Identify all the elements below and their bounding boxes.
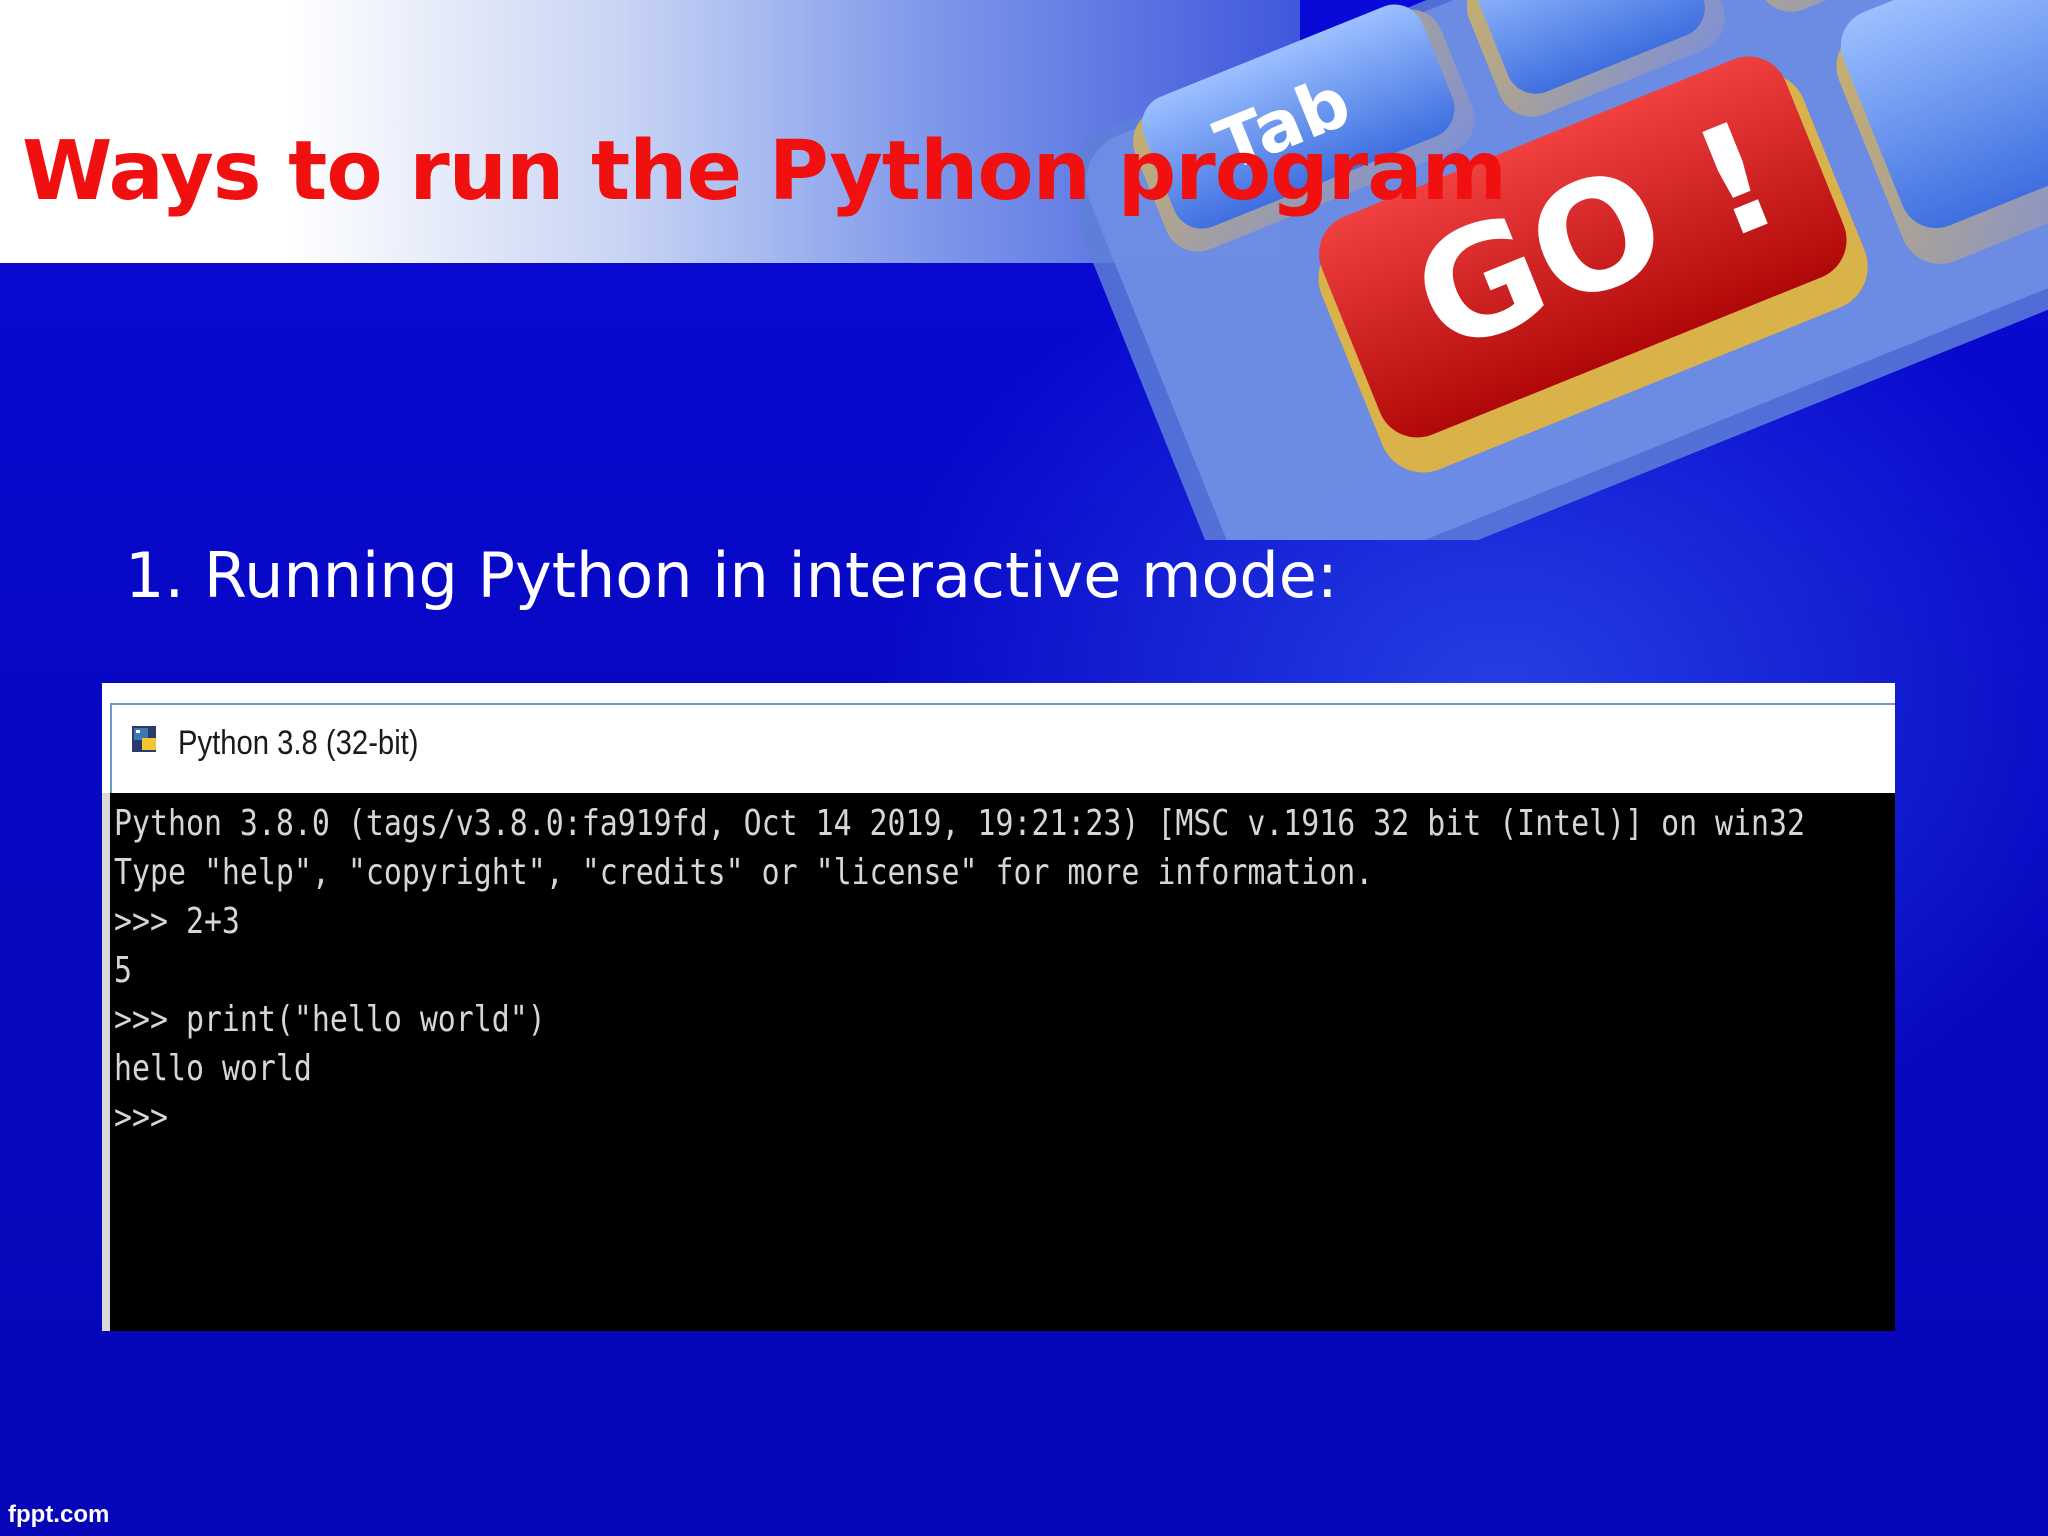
slide-title: Ways to run the Python program (22, 124, 1507, 219)
console-line-output-print: hello world (114, 1048, 312, 1089)
python-icon (132, 726, 156, 752)
console-line-version: Python 3.8.0 (tags/v3.8.0:fa919fd, Oct 1… (114, 803, 1805, 844)
bullet-interactive-mode: 1. Running Python in interactive mode: (125, 539, 1338, 612)
python-console-screenshot: Python 3.8 (32-bit) Python 3.8.0 (tags/v… (102, 683, 1895, 1331)
console-line-input-print: >>> print("hello world") (114, 999, 546, 1040)
console-titlebar: Python 3.8 (32-bit) (102, 683, 1895, 793)
console-line-output-sum: 5 (114, 950, 133, 991)
console-output[interactable]: Python 3.8.0 (tags/v3.8.0:fa919fd, Oct 1… (102, 793, 1895, 1331)
console-lines: Python 3.8.0 (tags/v3.8.0:fa919fd, Oct 1… (114, 799, 1895, 1142)
console-window-title: Python 3.8 (32-bit) (178, 724, 419, 762)
slide: Tab GO ! Ways to run the Python program … (0, 0, 2048, 1536)
console-line-help: Type "help", "copyright", "credits" or "… (114, 852, 1374, 893)
footer-brand: fppt.com (8, 1501, 110, 1528)
console-line-prompt: >>> (114, 1097, 168, 1138)
console-line-input-sum: >>> 2+3 (114, 901, 240, 942)
